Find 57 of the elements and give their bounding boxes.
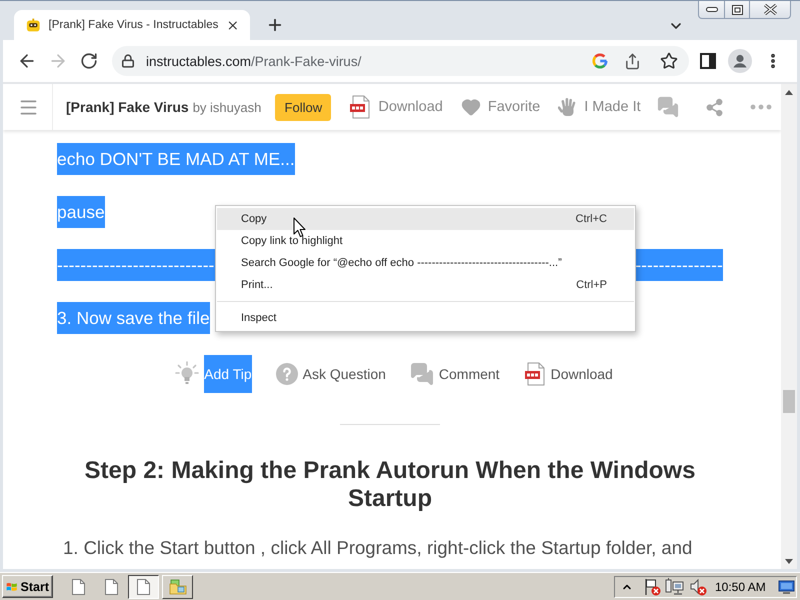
dash-text: ---------------------------: [57, 249, 214, 281]
lock-icon[interactable]: [121, 54, 135, 68]
side-panel-icon[interactable]: [700, 53, 716, 69]
scrollbar[interactable]: [781, 84, 797, 569]
dash-text: ---------------: [635, 249, 723, 281]
author-link[interactable]: by ishuyash: [192, 100, 262, 114]
document-icon[interactable]: [72, 578, 85, 594]
browser-tab[interactable]: [Prank] Fake Virus - Instructables: [14, 10, 250, 40]
hand-icon: [558, 97, 578, 117]
profile-icon[interactable]: [728, 49, 752, 73]
minimize-icon: [706, 7, 718, 12]
document-icon[interactable]: [105, 578, 118, 594]
clock-text: 10:50 AM: [715, 580, 766, 594]
step-heading: Step 2: Making the Prank Autorun When the Windows Startup: [84, 457, 696, 513]
article-title: [Prank] Fake Virus: [66, 99, 189, 115]
scroll-up-icon[interactable]: [785, 90, 793, 94]
action-link[interactable]: Comment: [438, 355, 500, 393]
menu-item[interactable]: Print... Ctrl+P: [217, 274, 634, 296]
document-icon: [349, 95, 372, 119]
start-button[interactable]: Start: [2, 575, 53, 598]
scroll-down-icon[interactable]: [785, 558, 793, 564]
document-icon: [524, 362, 546, 386]
computer-icon[interactable]: [665, 578, 685, 596]
lightbulb-icon: [175, 361, 200, 387]
star-icon[interactable]: [660, 52, 678, 70]
close-icon: [764, 4, 776, 15]
share-icon[interactable]: [624, 52, 640, 70]
menu-item[interactable]: Inspect: [217, 307, 634, 329]
action-link[interactable]: Download: [550, 355, 613, 393]
shortcut-text: Ctrl+C: [576, 213, 607, 225]
action-link[interactable]: I Made It: [584, 99, 641, 115]
g-logo-icon[interactable]: [592, 53, 608, 69]
question-icon: [276, 363, 298, 385]
speaker-muted-icon[interactable]: [689, 578, 707, 596]
action-link[interactable]: Ask Question: [302, 355, 386, 393]
action-link[interactable]: Download: [378, 99, 443, 115]
follow-button[interactable]: Follow: [275, 94, 332, 120]
speech-bubbles-icon: [410, 362, 434, 386]
action-link[interactable]: Favorite: [488, 99, 540, 115]
flag-error-icon[interactable]: [643, 578, 661, 596]
maximize-icon: [732, 4, 742, 14]
shortcut-text: Ctrl+P: [576, 279, 607, 291]
menu-item[interactable]: Copy link to highlight: [217, 230, 634, 252]
mouse-pointer-icon: [293, 217, 306, 238]
step-text: 1. Click the Start button , click All Programs, right-click the Startup folder, and: [62, 536, 692, 560]
reload-icon[interactable]: [80, 52, 98, 70]
monitor-icon[interactable]: [778, 578, 795, 594]
address-bar[interactable]: instructables.com/Prank-Fake-virus/: [112, 46, 689, 76]
taskbar-button[interactable]: [128, 574, 159, 598]
menu-item[interactable]: Copy Ctrl+C: [217, 208, 634, 230]
heart-icon: [460, 97, 481, 117]
menu-item[interactable]: Search Google for “@echo off echo ------------------------------------...”: [217, 252, 634, 274]
robot-icon: [26, 17, 41, 33]
document-icon: [137, 578, 150, 594]
scroll-thumb[interactable]: [783, 390, 795, 413]
folder-icon: [168, 578, 186, 594]
new-tab-icon[interactable]: [266, 16, 284, 34]
